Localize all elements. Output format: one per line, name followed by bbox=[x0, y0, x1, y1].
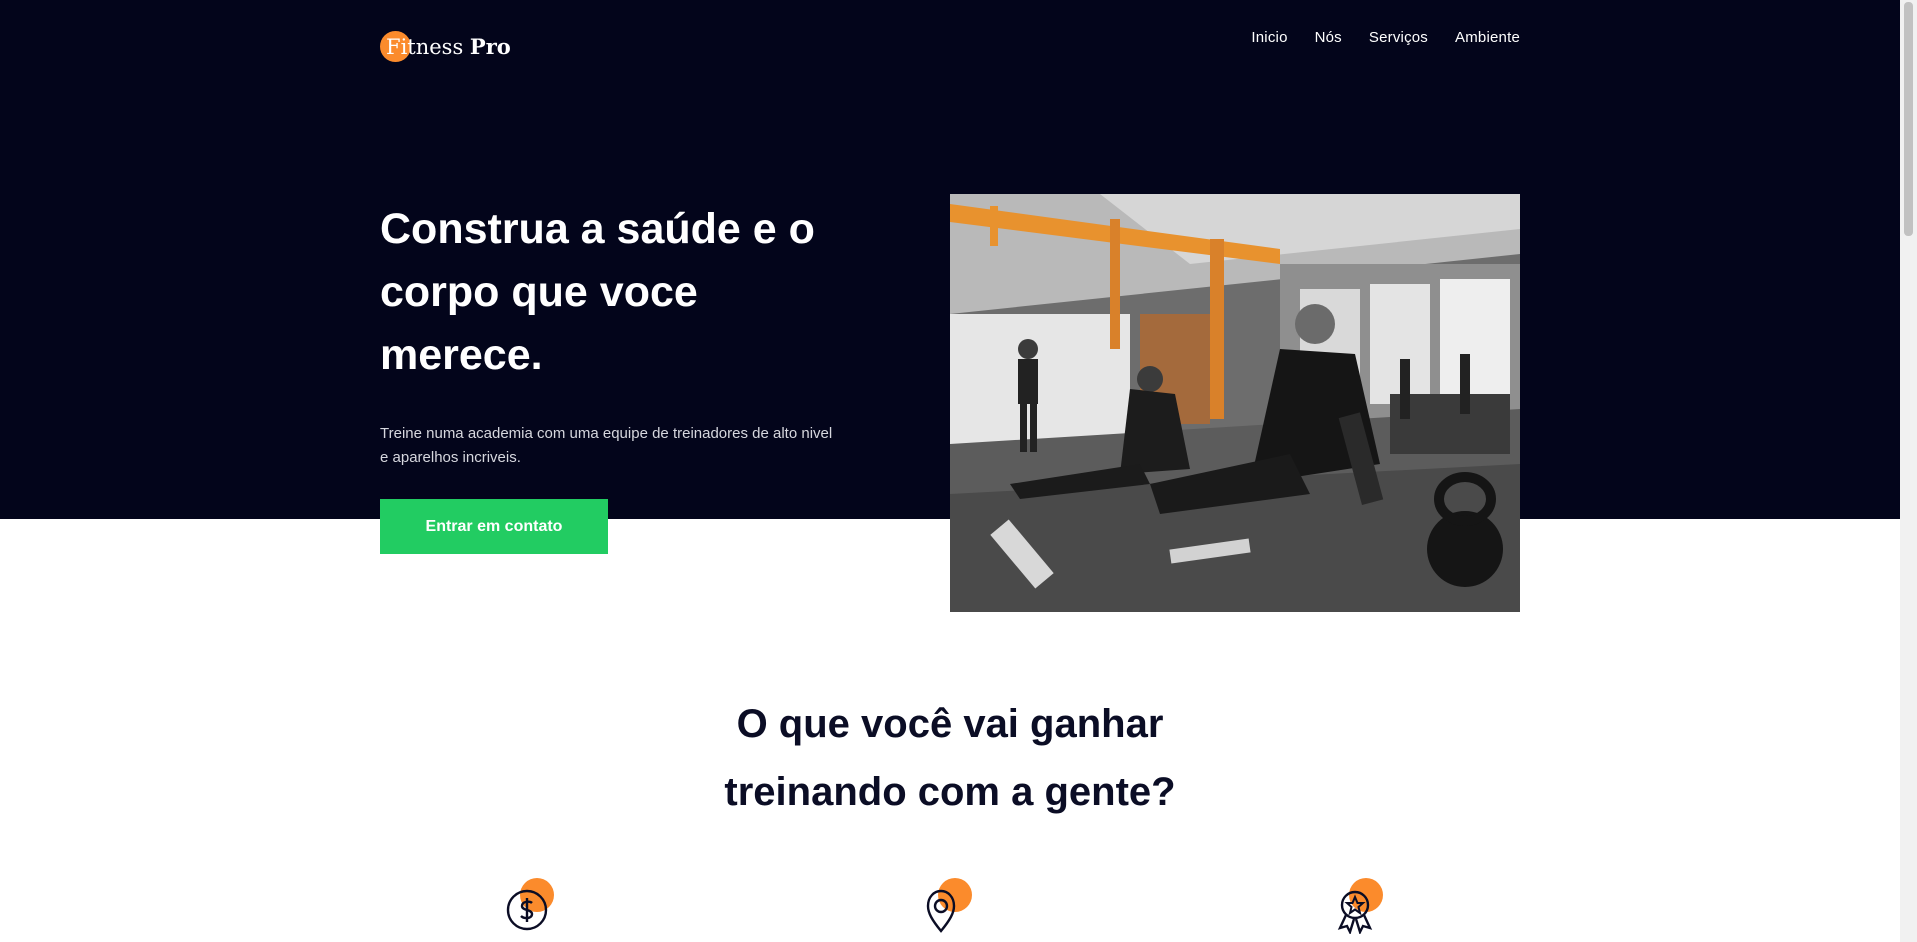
nav-item-inicio[interactable]: Inicio bbox=[1251, 29, 1287, 46]
benefit-location bbox=[924, 878, 980, 942]
award-badge-icon bbox=[1337, 890, 1373, 934]
dollar-icon bbox=[506, 889, 548, 931]
hero-image bbox=[950, 194, 1520, 612]
benefits-title-line1: O que você vai ganhar bbox=[736, 702, 1164, 746]
logo-text: Fitness Pro bbox=[386, 34, 511, 59]
location-pin-icon bbox=[926, 889, 956, 933]
page-scrollbar[interactable] bbox=[1900, 0, 1917, 942]
nav-item-servicos[interactable]: Serviços bbox=[1369, 29, 1428, 46]
logo[interactable]: Fitness Pro bbox=[380, 28, 511, 64]
contact-button[interactable]: Entrar em contato bbox=[380, 499, 608, 554]
nav-item-nos[interactable]: Nós bbox=[1315, 29, 1342, 46]
nav-item-ambiente[interactable]: Ambiente bbox=[1455, 29, 1520, 46]
hero-title: Construa a saúde e o corpo que voce mere… bbox=[380, 205, 815, 379]
logo-name-bold: Pro bbox=[469, 33, 511, 59]
benefits-title: O que você vai ganhar treinando com a ge… bbox=[0, 690, 1900, 826]
hero-subtitle: Treine numa academia com uma equipe de t… bbox=[380, 425, 833, 466]
benefit-quality bbox=[1335, 878, 1391, 942]
scrollbar-thumb[interactable] bbox=[1904, 2, 1913, 236]
logo-name-regular: Fitness bbox=[386, 34, 464, 59]
main-nav: Inicio Nós Serviços Ambiente bbox=[1251, 29, 1520, 46]
benefits-title-line2: treinando com a gente? bbox=[724, 770, 1176, 814]
benefit-price bbox=[506, 878, 562, 942]
gym-photo-illustration bbox=[950, 194, 1520, 612]
